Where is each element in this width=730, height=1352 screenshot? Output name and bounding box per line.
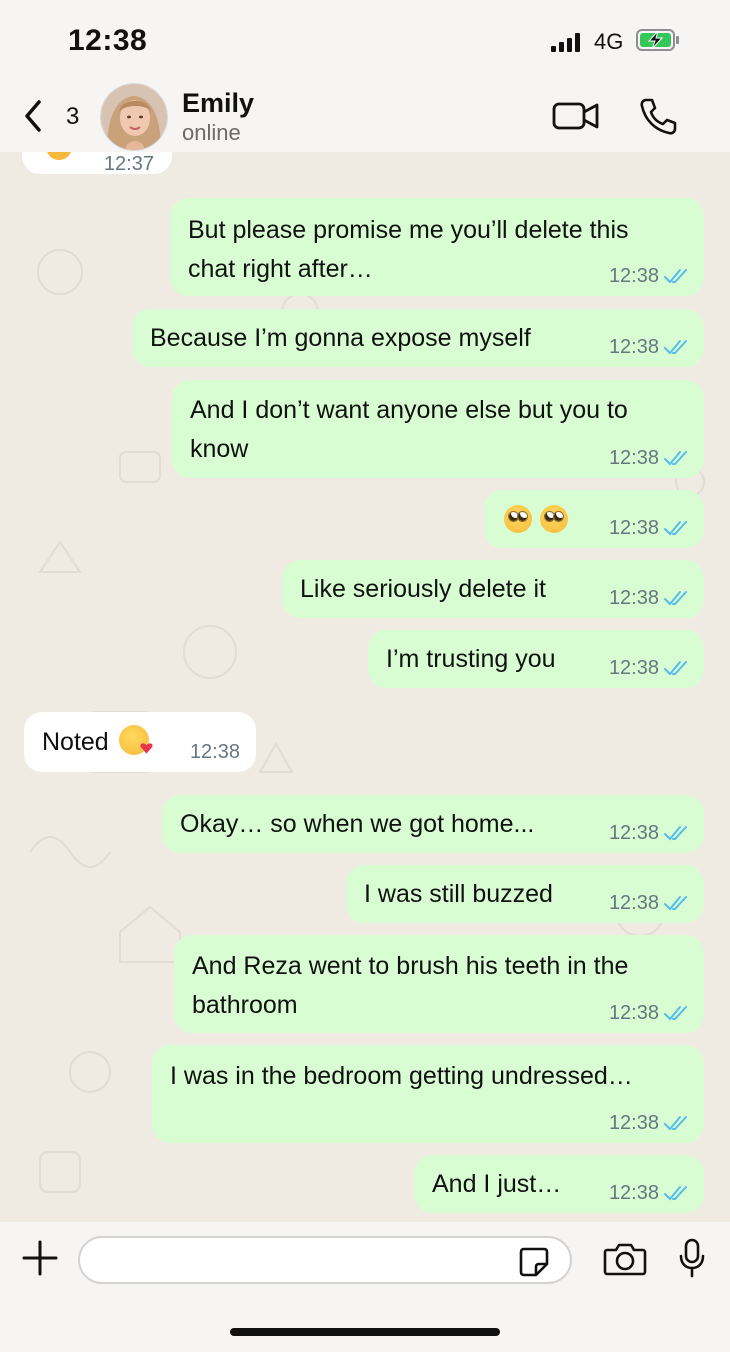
message-outgoing[interactable]: Like seriously delete it 12:38 [282,560,704,618]
face-blowing-a-kiss-icon [118,725,153,755]
chat-header: 3 Emily online [0,80,730,152]
message-meta: 12:38 [609,1002,690,1025]
video-call-icon[interactable] [552,100,600,132]
message-emoji [504,505,576,534]
camera-icon[interactable] [603,1242,647,1276]
message-text: I’m trusting you [386,645,556,673]
double-check-icon [664,1186,687,1201]
double-check-icon [664,591,687,606]
plus-icon[interactable] [22,1240,58,1276]
message-meta: 12:38 [609,657,690,680]
double-check-icon [664,1116,687,1131]
message-outgoing[interactable]: 12:38 [484,490,704,548]
battery-charging-icon [636,29,679,51]
message-time: 12:38 [608,517,659,539]
double-check-icon [664,661,687,676]
message-outgoing[interactable]: And I don’t want anyone else but you to … [172,380,704,478]
message-text: Noted [42,723,153,762]
double-check-icon [664,340,687,355]
message-outgoing[interactable]: I’m trusting you 12:38 [368,630,704,688]
message-time: 12:38 [608,587,659,609]
composer-bar [0,1222,730,1352]
message-text: Because I’m gonna expose myself [150,324,531,352]
message-text: But please promise me you’ll delete this [188,216,629,244]
contact-status: online [182,120,241,145]
network-label: 4G [594,29,624,54]
message-time: 12:38 [608,892,659,914]
double-check-icon [664,826,687,841]
message-time: 12:38 [189,741,240,763]
message-text: And I don’t want anyone else but you to [190,396,628,424]
message-text: chat right after… [188,255,373,283]
message-meta: 12:38 [609,447,690,470]
double-check-icon [664,521,687,536]
message-text: know [190,435,249,463]
message-meta: 12:38 [609,1112,690,1135]
message-text: Like seriously delete it [300,575,546,603]
message-outgoing[interactable]: Okay… so when we got home... 12:38 [162,795,704,853]
message-time: 12:38 [608,1182,659,1204]
face-with-rolling-eyes-icon [540,505,568,533]
message-outgoing[interactable]: I was still buzzed 12:38 [346,865,704,923]
signal-icon [551,32,583,52]
message-outgoing[interactable]: And I just… 12:38 [414,1155,704,1213]
message-time: 12:38 [608,1002,659,1024]
message-time: 12:38 [608,265,659,287]
status-time: 12:38 [68,24,148,57]
message-meta: 12:38 [609,517,690,540]
message-text: And Reza went to brush his teeth in the [192,952,629,980]
message-meta: 12:38 [609,892,690,915]
message-outgoing[interactable]: And Reza went to brush his teeth in the … [174,935,704,1033]
message-meta: 12:38 [609,822,690,845]
message-text: And I just… [432,1170,562,1198]
status-bar: 12:38 4G [0,0,730,80]
message-incoming[interactable]: Noted 12:38 [24,712,256,772]
message-text: Okay… so when we got home... [180,810,535,838]
microphone-icon[interactable] [678,1238,706,1278]
message-text: I was in the bedroom getting undressed… [170,1062,633,1090]
message-outgoing[interactable]: But please promise me you’ll delete this… [170,198,704,296]
message-time: 12:37 [103,153,154,175]
message-time: 12:38 [608,1112,659,1134]
double-check-icon [664,896,687,911]
unread-count: 3 [66,103,80,130]
avatar[interactable] [100,83,168,151]
message-meta: 12:38 [609,336,690,359]
chat-area[interactable]: 12:37 But please promise me you’ll delet… [0,152,730,1222]
message-time: 12:38 [608,657,659,679]
home-indicator[interactable] [230,1328,500,1336]
emoji-icon [46,152,72,160]
message-time: 12:38 [608,447,659,469]
message-text: bathroom [192,991,298,1019]
double-check-icon [664,269,687,284]
message-time: 12:38 [608,822,659,844]
message-meta: 12:38 [609,265,690,288]
message-input[interactable] [78,1236,572,1284]
message-text: I was still buzzed [364,880,553,908]
double-check-icon [664,1006,687,1021]
back-chevron-icon [25,100,41,132]
message-outgoing[interactable]: I was in the bedroom getting undressed… … [152,1045,704,1143]
double-check-icon [664,451,687,466]
back-button[interactable]: 3 [22,94,92,138]
sticker-icon[interactable] [518,1246,550,1278]
message-time: 12:38 [608,336,659,358]
face-with-rolling-eyes-icon [504,505,532,533]
message-outgoing[interactable]: Because I’m gonna expose myself 12:38 [132,309,704,367]
contact-name[interactable]: Emily [182,88,254,119]
message-meta: 12:38 [609,587,690,610]
message-text-content: Noted [42,728,109,756]
voice-call-icon[interactable] [638,96,678,136]
message-incoming-partial[interactable]: 12:37 [22,152,172,175]
message-meta: 12:38 [609,1182,690,1205]
